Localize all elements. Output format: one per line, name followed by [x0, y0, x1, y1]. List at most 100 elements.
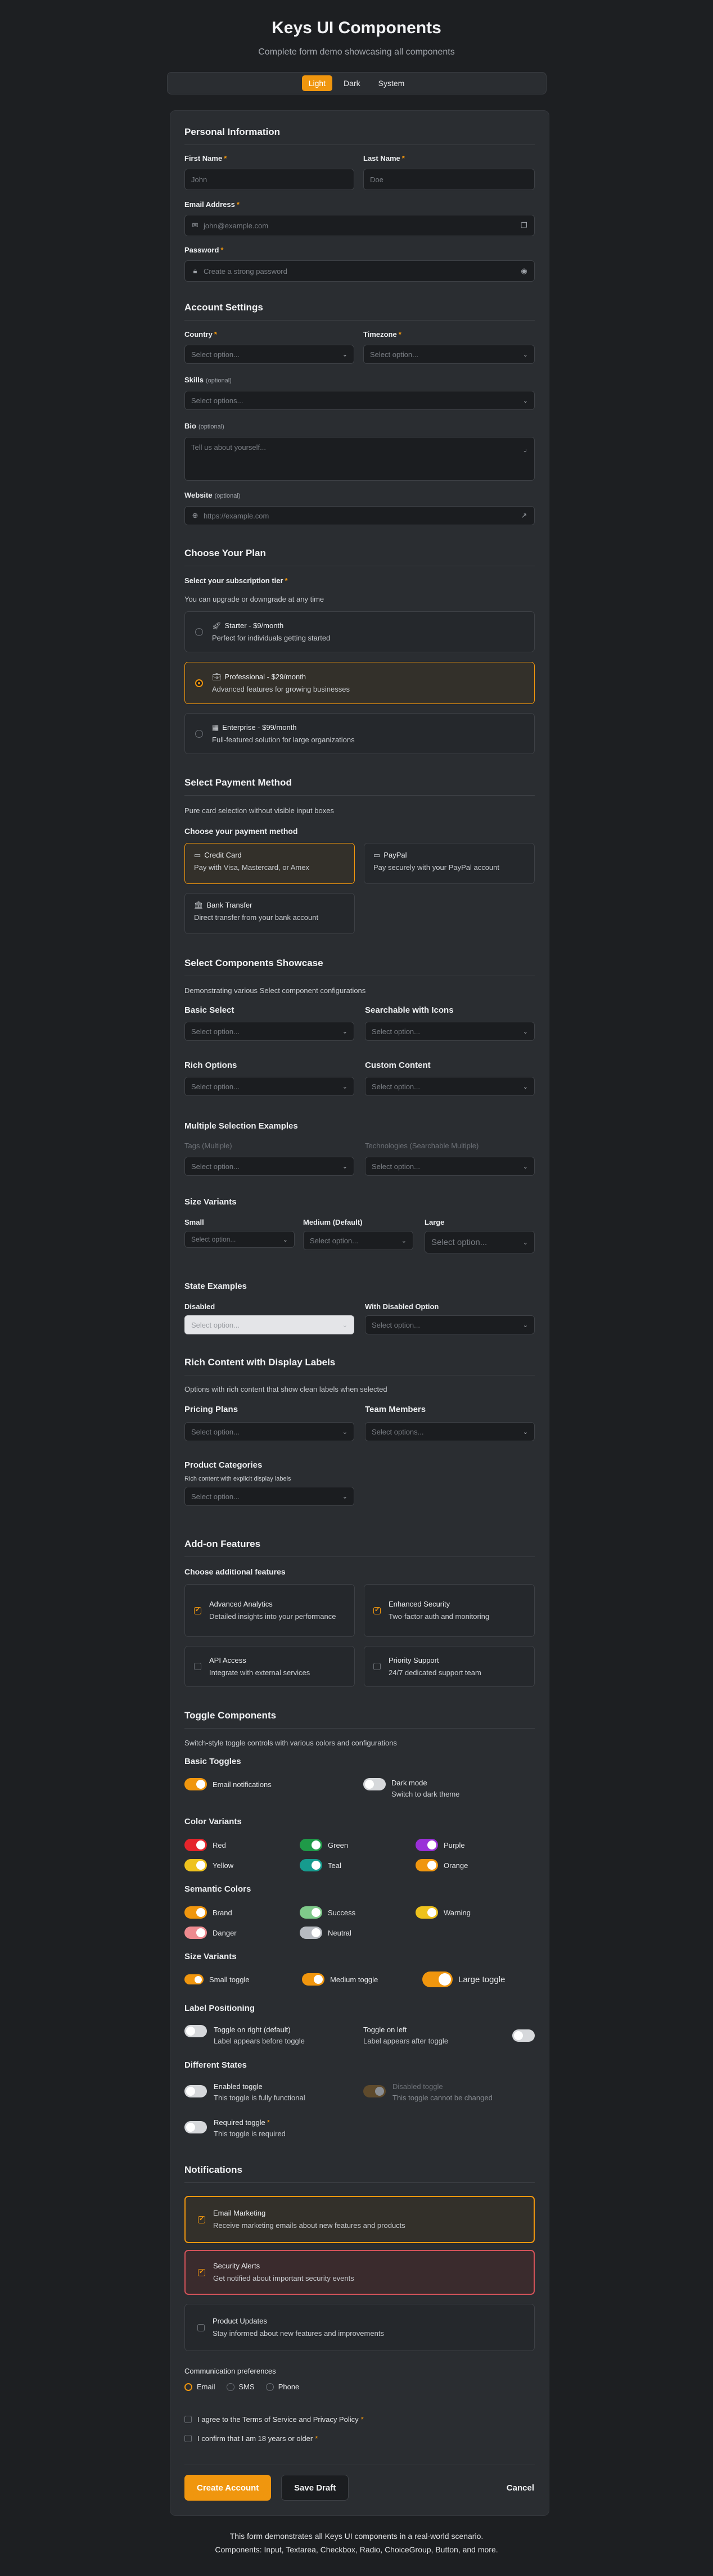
- last-name-label: Last Name *: [363, 154, 405, 163]
- payment-option-paypal[interactable]: ▭ PayPal Pay securely with your PayPal ac…: [364, 843, 535, 884]
- create-account-button[interactable]: Create Account: [184, 2475, 272, 2501]
- searchable-select[interactable]: Select option... ⌄: [365, 1022, 535, 1041]
- toggle-right[interactable]: [184, 2025, 207, 2037]
- label-positioning-title: Label Positioning: [184, 2004, 255, 2013]
- checkbox[interactable]: [184, 2435, 192, 2442]
- toggle-teal[interactable]: [300, 1859, 322, 1871]
- checkbox[interactable]: [197, 2324, 205, 2331]
- password-field[interactable]: 🔒︎ Create a strong password ◉: [184, 260, 535, 282]
- rich-options-select[interactable]: Select option... ⌄: [184, 1077, 354, 1096]
- comm-option-phone[interactable]: Phone: [265, 2383, 299, 2391]
- large-select[interactable]: Select option... ⌄: [425, 1231, 535, 1253]
- comm-option-sms[interactable]: SMS: [226, 2383, 255, 2391]
- email-field[interactable]: ✉ john@example.com ❐: [184, 215, 535, 236]
- skills-select[interactable]: Select options... ⌄: [184, 391, 535, 410]
- mail-icon: ✉: [192, 221, 198, 229]
- toggle-yellow-row: Yellow: [184, 1859, 233, 1871]
- addon-priority-support[interactable]: Priority Support 24/7 dedicated support t…: [364, 1646, 535, 1687]
- timezone-select[interactable]: Select option... ⌄: [363, 345, 535, 364]
- save-draft-button[interactable]: Save Draft: [281, 2475, 349, 2501]
- dark-mode-toggle[interactable]: [363, 1778, 386, 1790]
- large-toggle[interactable]: [422, 1972, 453, 1987]
- addons-choose-label: Choose additional features: [184, 1567, 286, 1576]
- cancel-button[interactable]: Cancel: [494, 2475, 547, 2501]
- comm-option-email[interactable]: Email: [184, 2383, 215, 2391]
- toggle-yellow[interactable]: [184, 1859, 207, 1871]
- large-label: Large: [425, 1218, 445, 1226]
- footer-line-1: This form demonstrates all Keys UI compo…: [229, 2532, 484, 2541]
- skills-label: Skills (optional): [184, 376, 232, 384]
- radio-button[interactable]: [195, 628, 203, 636]
- enabled-toggle[interactable]: [184, 2085, 207, 2097]
- toggle-success[interactable]: [300, 1906, 322, 1919]
- radio-button[interactable]: [195, 729, 203, 738]
- addon-enhanced-security[interactable]: ✔ Enhanced Security Two-factor auth and m…: [364, 1584, 535, 1637]
- checkbox-checked[interactable]: ✔: [198, 2216, 205, 2223]
- toggle-left[interactable]: [512, 2029, 535, 2042]
- addon-advanced-analytics[interactable]: ✔ Advanced Analytics Detailed insights in…: [184, 1584, 355, 1637]
- bio-textarea[interactable]: Tell us about yourself... ⌟: [184, 437, 535, 481]
- addon-api-access[interactable]: API Access Integrate with external servic…: [184, 1646, 355, 1687]
- building-icon: ▦: [212, 723, 219, 732]
- medium-toggle[interactable]: [302, 1973, 324, 1986]
- notification-email-marketing[interactable]: ✔ Email Marketing Receive marketing email…: [184, 2196, 535, 2243]
- last-name-input[interactable]: Doe: [363, 169, 535, 190]
- theme-system-button[interactable]: System: [372, 75, 412, 91]
- country-select[interactable]: Select option... ⌄: [184, 345, 354, 364]
- checkbox-checked[interactable]: ✔: [194, 1607, 201, 1614]
- theme-light-button[interactable]: Light: [301, 75, 333, 91]
- toggle-brand[interactable]: [184, 1906, 207, 1919]
- website-field[interactable]: ⊕ https://example.com ↗: [184, 506, 535, 525]
- payment-option-bank[interactable]: 🏛︎ Bank Transfer Direct transfer from you…: [184, 893, 355, 934]
- page-subtitle: Complete form demo showcasing all compon…: [258, 47, 455, 57]
- toggle-danger[interactable]: [184, 1927, 207, 1939]
- chevron-down-icon: ⌄: [522, 1321, 528, 1329]
- notification-security-alerts[interactable]: ✔ Security Alerts Get notified about impo…: [184, 2250, 535, 2295]
- small-select[interactable]: Select option... ⌄: [184, 1231, 295, 1248]
- checkbox[interactable]: [373, 1663, 381, 1670]
- payment-option-credit-card[interactable]: ▭ Credit Card Pay with Visa, Mastercard, …: [184, 843, 355, 884]
- custom-content-select[interactable]: Select option... ⌄: [365, 1077, 535, 1096]
- terms-checkbox-row[interactable]: I agree to the Terms of Service and Priv…: [184, 2415, 364, 2424]
- toggle-orange[interactable]: [416, 1859, 438, 1871]
- toggle-warning[interactable]: [416, 1906, 438, 1919]
- toggle-neutral[interactable]: [300, 1927, 322, 1939]
- basic-select[interactable]: Select option... ⌄: [184, 1022, 354, 1041]
- medium-select[interactable]: Select option... ⌄: [303, 1231, 413, 1250]
- checkbox[interactable]: [194, 1663, 201, 1670]
- toggle-green[interactable]: [300, 1839, 322, 1851]
- email-notifications-toggle[interactable]: [184, 1778, 207, 1790]
- copy-icon[interactable]: ❐: [520, 221, 528, 230]
- disabled-label: Disabled: [184, 1302, 215, 1311]
- external-link-icon[interactable]: ↗: [520, 511, 528, 520]
- checkbox-checked[interactable]: ✔: [198, 2268, 205, 2276]
- product-categories-select[interactable]: Select option... ⌄: [184, 1487, 354, 1506]
- checkbox[interactable]: [184, 2416, 192, 2423]
- checkbox-checked[interactable]: ✔: [373, 1607, 381, 1614]
- plan-option-enterprise[interactable]: ▦ Enterprise - $99/month Full-featured so…: [184, 713, 535, 754]
- technologies-select[interactable]: Select option... ⌄: [365, 1157, 535, 1176]
- with-disabled-option-select[interactable]: Select option... ⌄: [365, 1315, 535, 1334]
- team-members-select[interactable]: Select options... ⌄: [365, 1422, 535, 1441]
- toggle-red[interactable]: [184, 1839, 207, 1851]
- tags-select[interactable]: Select option... ⌄: [184, 1157, 354, 1176]
- theme-dark-button[interactable]: Dark: [337, 75, 367, 91]
- rocket-icon: 🚀︎: [212, 621, 222, 630]
- toggle-left-row: Toggle on left Label appears after toggle: [363, 2025, 535, 2045]
- plan-option-professional[interactable]: 💼︎ Professional - $29/month Advanced feat…: [184, 662, 535, 704]
- required-toggle[interactable]: [184, 2121, 207, 2133]
- page-footer: This form demonstrates all Keys UI compo…: [0, 2529, 713, 2556]
- toggle-purple[interactable]: [416, 1839, 438, 1851]
- first-name-input[interactable]: John: [184, 169, 354, 190]
- plan-option-starter[interactable]: 🚀︎ Starter - $9/month Perfect for individ…: [184, 611, 535, 652]
- notification-product-updates[interactable]: Product Updates Stay informed about new f…: [184, 2304, 535, 2351]
- searchable-select-title: Searchable with Icons: [365, 1005, 454, 1015]
- website-label: Website (optional): [184, 491, 241, 499]
- eye-icon[interactable]: ◉: [520, 267, 528, 276]
- pricing-plans-select[interactable]: Select option... ⌄: [184, 1422, 354, 1441]
- radio-button-selected[interactable]: [195, 679, 203, 687]
- selects-section-title: Select Components Showcase: [184, 957, 535, 976]
- small-toggle[interactable]: [184, 1974, 204, 1984]
- notifications-section-title: Notifications: [184, 2163, 535, 2183]
- age-checkbox-row[interactable]: I confirm that I am 18 years or older *: [184, 2434, 318, 2443]
